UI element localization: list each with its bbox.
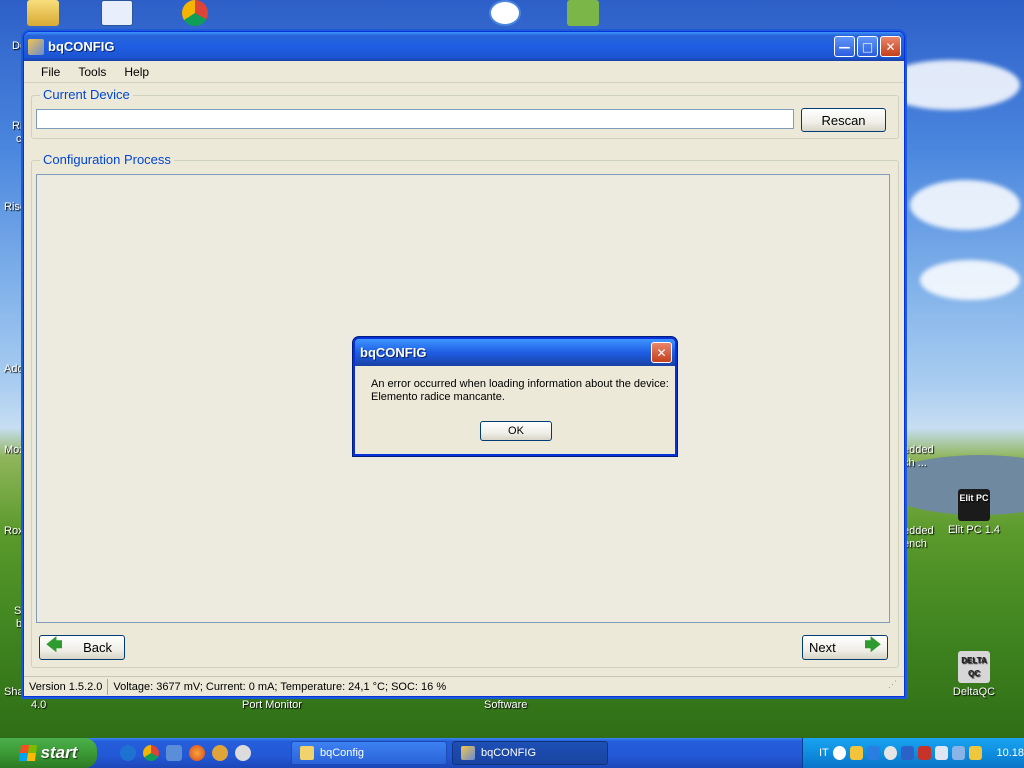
network-icon[interactable] — [866, 746, 881, 760]
chrome-icon — [182, 0, 208, 26]
monitor-icon[interactable] — [935, 746, 949, 760]
start-label: start — [40, 743, 78, 762]
folder-icon — [300, 746, 314, 760]
back-button-label: Back — [83, 640, 112, 655]
desktop-icon-label[interactable]: 4.0 — [31, 699, 46, 711]
close-icon: ✕ — [885, 39, 896, 54]
desktop-icon-label-partial: ch ... — [903, 457, 927, 469]
desktop-icon-tool[interactable] — [548, 0, 618, 29]
desktop-icon-folder[interactable] — [8, 0, 78, 29]
desktop-icon-label: Elit PC 1.4 — [948, 524, 1000, 536]
status-readings: Voltage: 3677 mV; Current: 0 mA; Tempera… — [113, 680, 447, 693]
google-talk-icon — [489, 0, 521, 26]
dialog-title: bqCONFIG — [360, 345, 427, 360]
menu-tools[interactable]: Tools — [69, 63, 115, 81]
language-indicator[interactable]: IT — [819, 747, 829, 759]
windows-logo-icon — [18, 745, 37, 761]
arrow-left-icon: 🡄 — [46, 637, 63, 654]
desktop-icon-label-partial: edded — [903, 444, 934, 456]
elit-pc-icon: Elit PC — [958, 489, 990, 521]
next-button[interactable]: Next 🡆 — [802, 635, 888, 660]
menu-help[interactable]: Help — [115, 63, 158, 81]
desktop-icon-chrome[interactable] — [160, 0, 230, 29]
back-button[interactable]: 🡄 Back — [39, 635, 125, 660]
minimize-button[interactable]: — — [834, 36, 855, 57]
error-dialog: bqCONFIG ✕ An error occurred when loadin… — [353, 337, 677, 456]
desktop-icon-label-partial: Add — [4, 363, 24, 375]
close-button[interactable]: ✕ — [880, 36, 901, 57]
cloud — [910, 180, 1020, 230]
menu-bar: File Tools Help — [24, 61, 904, 83]
desktop-icon-label[interactable]: Software — [484, 699, 527, 711]
menu-file[interactable]: File — [32, 63, 69, 81]
maximize-icon: □ — [861, 39, 874, 54]
current-device-field[interactable] — [36, 109, 794, 129]
desktop-icon-label-partial: b — [16, 618, 23, 630]
chevron-left-icon[interactable] — [832, 746, 846, 760]
system-tray: IT 10.18 — [802, 738, 1024, 768]
desktop-icon-elit-pc[interactable]: Elit PC Elit PC 1.4 — [939, 489, 1009, 536]
task-bqconfig-app[interactable]: bqCONFIG — [452, 741, 608, 765]
media-player-icon[interactable] — [235, 745, 251, 761]
battery-icon[interactable] — [969, 746, 983, 760]
desktop-icon-label-partial: ench — [903, 538, 927, 550]
clock[interactable]: 10.18 — [996, 747, 1024, 759]
close-icon: ✕ — [656, 345, 667, 360]
desktop-icon-label-partial: Ri — [12, 120, 23, 132]
desktop-icon-deltaqc[interactable]: DELTA QC DeltaQC — [939, 651, 1009, 698]
task-bqconfig-folder[interactable]: bqConfig — [291, 741, 447, 765]
app-icon — [461, 746, 475, 760]
security-shield-icon[interactable] — [849, 746, 863, 760]
desktop-icon-label-partial: Sha — [4, 686, 24, 698]
desktop-icon-label-partial: c — [16, 133, 22, 145]
ok-button[interactable]: OK — [480, 421, 552, 441]
maximize-button[interactable]: □ — [857, 36, 878, 57]
window-title: bqCONFIG — [48, 39, 115, 54]
arrow-right-icon: 🡆 — [864, 637, 881, 654]
firefox-icon[interactable] — [189, 745, 205, 761]
current-device-label: Current Device — [40, 87, 133, 102]
status-bar: Version 1.5.2.0 Voltage: 3677 mV; Curren… — [24, 676, 904, 696]
desktop-icon-label-partial: Rox — [4, 525, 24, 537]
tray-app-icon[interactable] — [918, 746, 932, 760]
internet-explorer-icon[interactable] — [120, 745, 136, 761]
next-button-label: Next — [809, 640, 836, 655]
desktop-icon-label-partial: Moz — [4, 444, 25, 456]
display-icon[interactable] — [952, 746, 966, 760]
desktop-icon-label-partial: edded — [903, 525, 934, 537]
deltaqc-icon: DELTA QC — [958, 651, 990, 683]
frog-pencil-icon — [567, 0, 599, 26]
dialog-titlebar[interactable]: bqCONFIG — [355, 339, 675, 366]
desktop-icon-label-partial: S — [14, 605, 22, 617]
dialog-message-line2: Elemento radice mancante. — [371, 391, 505, 403]
window-titlebar[interactable]: bqCONFIG — □ ✕ — [24, 32, 904, 61]
media-center-icon[interactable] — [166, 745, 182, 761]
resize-grip-icon[interactable]: ⋰ — [888, 680, 900, 693]
folder-icon — [27, 0, 59, 26]
status-version: Version 1.5.2.0 — [24, 678, 109, 695]
chat-icon[interactable] — [884, 746, 898, 760]
dialog-close-button[interactable]: ✕ — [651, 342, 672, 363]
quicklaunch-app-icon[interactable] — [212, 745, 228, 761]
task-label: bqConfig — [320, 747, 365, 759]
dialog-message-line1: An error occurred when loading informati… — [371, 378, 669, 390]
desktop-icon-word[interactable] — [82, 0, 152, 29]
chrome-icon[interactable] — [143, 745, 159, 761]
minimize-icon: — — [838, 39, 851, 54]
bluetooth-icon[interactable] — [901, 746, 915, 760]
taskbar: start bqConfig bqCONFIG IT 10.18 — [0, 738, 1024, 768]
task-label: bqCONFIG — [481, 747, 537, 759]
cloud — [920, 260, 1020, 300]
start-button[interactable]: start — [0, 738, 97, 768]
bqconfig-app-icon[interactable] — [28, 38, 44, 55]
configuration-process-label: Configuration Process — [40, 152, 174, 167]
desktop-icon-label[interactable]: Port Monitor — [242, 699, 302, 711]
desktop-icon-talk[interactable] — [470, 0, 540, 29]
rescan-button[interactable]: Rescan — [801, 108, 886, 132]
desktop-icon-label: DeltaQC — [952, 686, 996, 698]
word-document-icon — [101, 0, 133, 26]
